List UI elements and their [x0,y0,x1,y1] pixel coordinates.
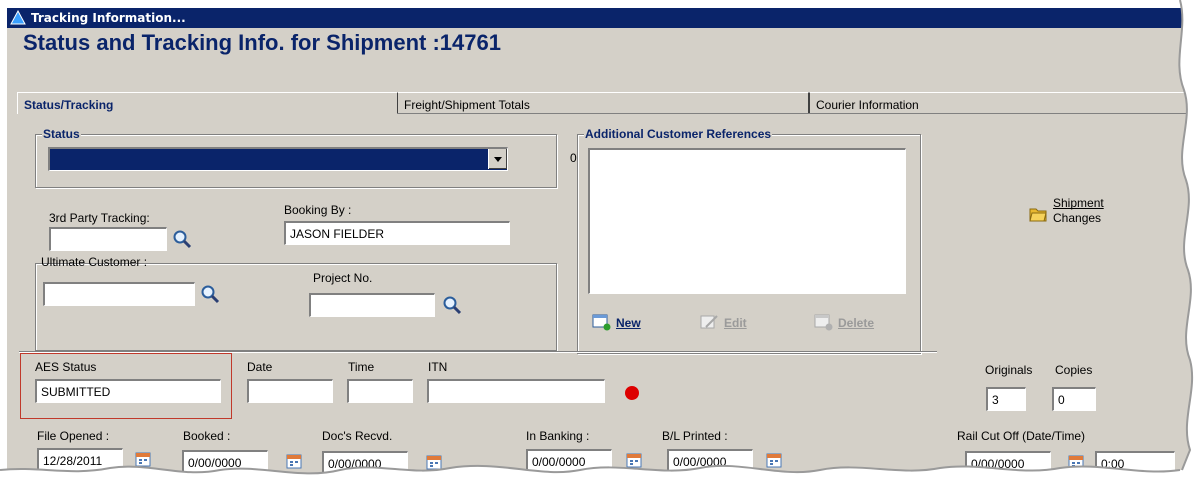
delete-reference-label: Delete [838,316,875,330]
booking-by-label: Booking By : [284,203,352,217]
calendar-icon[interactable] [426,454,442,470]
ultimate-customer-label: Ultimate Customer : [41,255,148,269]
delete-reference-button[interactable]: Delete [814,313,904,333]
docs-recvd-input[interactable]: 0/00/0000 [322,451,408,475]
status-group-label: Status [42,127,81,141]
third-party-label: 3rd Party Tracking: [49,211,150,225]
shipment-changes-link[interactable]: Shipment Changes [1053,196,1104,226]
tab-divider [397,113,1202,114]
ultimate-customer-input[interactable] [43,282,195,306]
project-no-input[interactable] [309,293,435,317]
customer-references-group: Additional Customer References New Edit [577,127,921,354]
tab-status-tracking[interactable]: Status/Tracking [17,92,397,114]
booked-input[interactable]: 0/00/0000 [182,450,268,474]
bl-printed-label: B/L Printed : [662,429,728,443]
folder-icon[interactable] [1029,205,1047,223]
status-group: Status [35,127,557,188]
search-icon[interactable] [442,295,462,315]
calendar-icon[interactable] [766,452,782,468]
aes-status-input[interactable]: SUBMITTED [35,379,221,403]
copies-input[interactable]: 0 [1052,387,1096,411]
tab-freight-shipment-totals[interactable]: Freight/Shipment Totals [397,92,809,114]
originals-label: Originals [985,363,1033,377]
title-bar[interactable]: Tracking Information... [7,8,1202,28]
calendar-icon[interactable] [626,452,642,468]
edit-reference-label: Edit [724,316,747,330]
page-title: Status and Tracking Info. for Shipment :… [23,30,501,55]
file-opened-label: File Opened : [37,429,110,443]
delete-icon [814,314,833,331]
aes-time-input[interactable] [347,379,413,403]
originals-input[interactable]: 3 [986,387,1026,411]
search-icon[interactable] [172,229,192,249]
aes-time-label: Time [348,360,375,374]
window-title: Tracking Information... [31,11,186,25]
booked-label: Booked : [183,429,231,443]
itn-label: ITN [428,360,448,374]
app-triangle-icon [10,10,26,25]
aes-status-label: AES Status [35,360,97,374]
in-banking-label: In Banking : [526,429,590,443]
customer-references-label: Additional Customer References [584,127,773,141]
bl-printed-input[interactable]: 0/00/0000 [667,449,753,473]
dropdown-arrow-button[interactable] [488,149,507,169]
edit-reference-button[interactable]: Edit [700,313,770,333]
status-dropdown[interactable] [48,147,508,171]
in-banking-input[interactable]: 0/00/0000 [526,449,612,473]
rail-cut-off-date-input[interactable]: 0/00/0000 [965,451,1051,475]
calendar-icon[interactable] [286,453,302,469]
new-reference-button[interactable]: New [592,313,662,333]
booking-by-input[interactable]: JASON FIELDER [284,221,510,245]
status-count: 0 [570,151,577,165]
calendar-icon[interactable] [1068,454,1084,470]
tracking-window: Tracking Information... Status and Track… [7,8,1202,496]
third-party-tracking-input[interactable] [49,227,167,251]
new-icon [592,314,611,331]
itn-input[interactable] [427,379,605,403]
customer-references-list[interactable] [588,148,906,294]
shipment-changes-line1: Shipment [1053,196,1104,210]
file-opened-input[interactable]: 12/28/2011 [37,448,123,472]
project-no-label: Project No. [313,271,373,285]
shipment-changes-line2: Changes [1053,211,1102,225]
chevron-down-icon [494,157,502,162]
calendar-icon[interactable] [135,451,151,467]
customer-project-group [35,263,557,351]
rail-cut-off-label: Rail Cut Off (Date/Time) [957,429,1086,443]
aes-date-input[interactable] [247,379,333,403]
aes-status-indicator [625,386,639,400]
aes-date-label: Date [247,360,273,374]
search-icon[interactable] [200,284,220,304]
edit-icon [700,315,718,329]
copies-label: Copies [1055,363,1093,377]
tab-courier-information[interactable]: Courier Information [809,92,1202,114]
rail-cut-off-time-input[interactable]: 0:00 [1095,451,1175,475]
docs-recvd-label: Doc's Recvd. [322,429,393,443]
new-reference-label: New [616,316,641,330]
